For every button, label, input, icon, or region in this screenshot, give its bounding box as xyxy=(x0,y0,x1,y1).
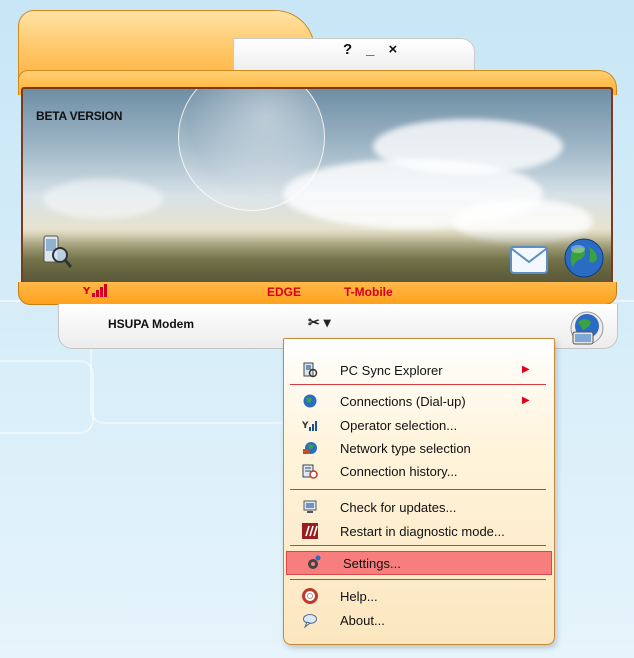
history-icon xyxy=(302,464,318,479)
tools-menu-button[interactable]: ✂ ▾ xyxy=(308,314,331,331)
title-bar-buttons: ? _ × xyxy=(343,41,397,58)
menu-item-restart-diagnostic-mode[interactable]: Restart in diagnostic mode... xyxy=(284,520,554,542)
antenna-icon: Y xyxy=(302,421,317,431)
signal-bars-icon: Y xyxy=(82,284,109,301)
menu-item-about[interactable]: About... xyxy=(284,609,554,631)
connection-globe-icon xyxy=(303,394,317,408)
search-device-icon[interactable] xyxy=(41,234,73,275)
svg-text:Y: Y xyxy=(83,286,91,297)
cloud xyxy=(43,179,163,219)
tools-context-menu: PC Sync Explorer ▶ Connections (Dial-up)… xyxy=(283,338,555,645)
close-button[interactable]: × xyxy=(389,41,398,58)
menu-item-operator-selection[interactable]: Y Operator selection... xyxy=(284,414,554,436)
tools-menu-label: ✂ ▾ xyxy=(308,314,331,330)
menu-item-connections[interactable]: Connections (Dial-up) ▶ xyxy=(284,390,554,412)
update-icon xyxy=(303,500,317,513)
minimize-button[interactable]: _ xyxy=(366,41,374,58)
speech-bubble-icon xyxy=(303,614,317,628)
svg-text:Y: Y xyxy=(302,421,309,431)
submenu-arrow-icon: ▶ xyxy=(522,395,530,406)
pc-sync-icon xyxy=(303,362,318,378)
lifebuoy-icon xyxy=(302,588,318,604)
menu-item-check-for-updates[interactable]: Check for updates... xyxy=(284,496,554,518)
network-type-label: EDGE xyxy=(267,285,302,299)
sky-banner: BETA VERSION xyxy=(21,87,613,286)
diagnostic-icon xyxy=(302,523,318,539)
beta-version-label: BETA VERSION xyxy=(36,109,123,123)
menu-item-network-type-selection[interactable]: Network type selection xyxy=(284,437,554,459)
globe-icon[interactable] xyxy=(563,237,605,284)
status-bar: Y EDGE T-Mobile xyxy=(18,282,617,305)
menu-item-pc-sync-explorer[interactable]: PC Sync Explorer ▶ xyxy=(284,359,554,381)
menu-item-settings[interactable]: Settings... xyxy=(286,551,552,575)
menu-separator xyxy=(290,545,546,546)
operator-label: T-Mobile xyxy=(344,285,393,299)
desktop-decoration xyxy=(0,360,94,434)
pc-globe-icon[interactable] xyxy=(563,310,607,355)
menu-item-help[interactable]: Help... xyxy=(284,585,554,607)
connection-manager-window: ? _ × BETA VERSION Y EDGE T-Mobile HSUPA… xyxy=(18,10,618,355)
settings-gear-icon xyxy=(308,555,321,569)
cloud xyxy=(373,119,563,174)
network-globe-icon xyxy=(303,442,317,454)
menu-item-connection-history[interactable]: Connection history... xyxy=(284,460,554,482)
menu-separator xyxy=(290,579,546,580)
mail-envelope-icon[interactable] xyxy=(509,239,549,282)
submenu-arrow-icon: ▶ xyxy=(522,364,530,375)
device-name-label: HSUPA Modem xyxy=(108,317,195,331)
menu-separator xyxy=(290,489,546,490)
menu-separator xyxy=(290,384,546,385)
help-button[interactable]: ? xyxy=(343,41,352,58)
